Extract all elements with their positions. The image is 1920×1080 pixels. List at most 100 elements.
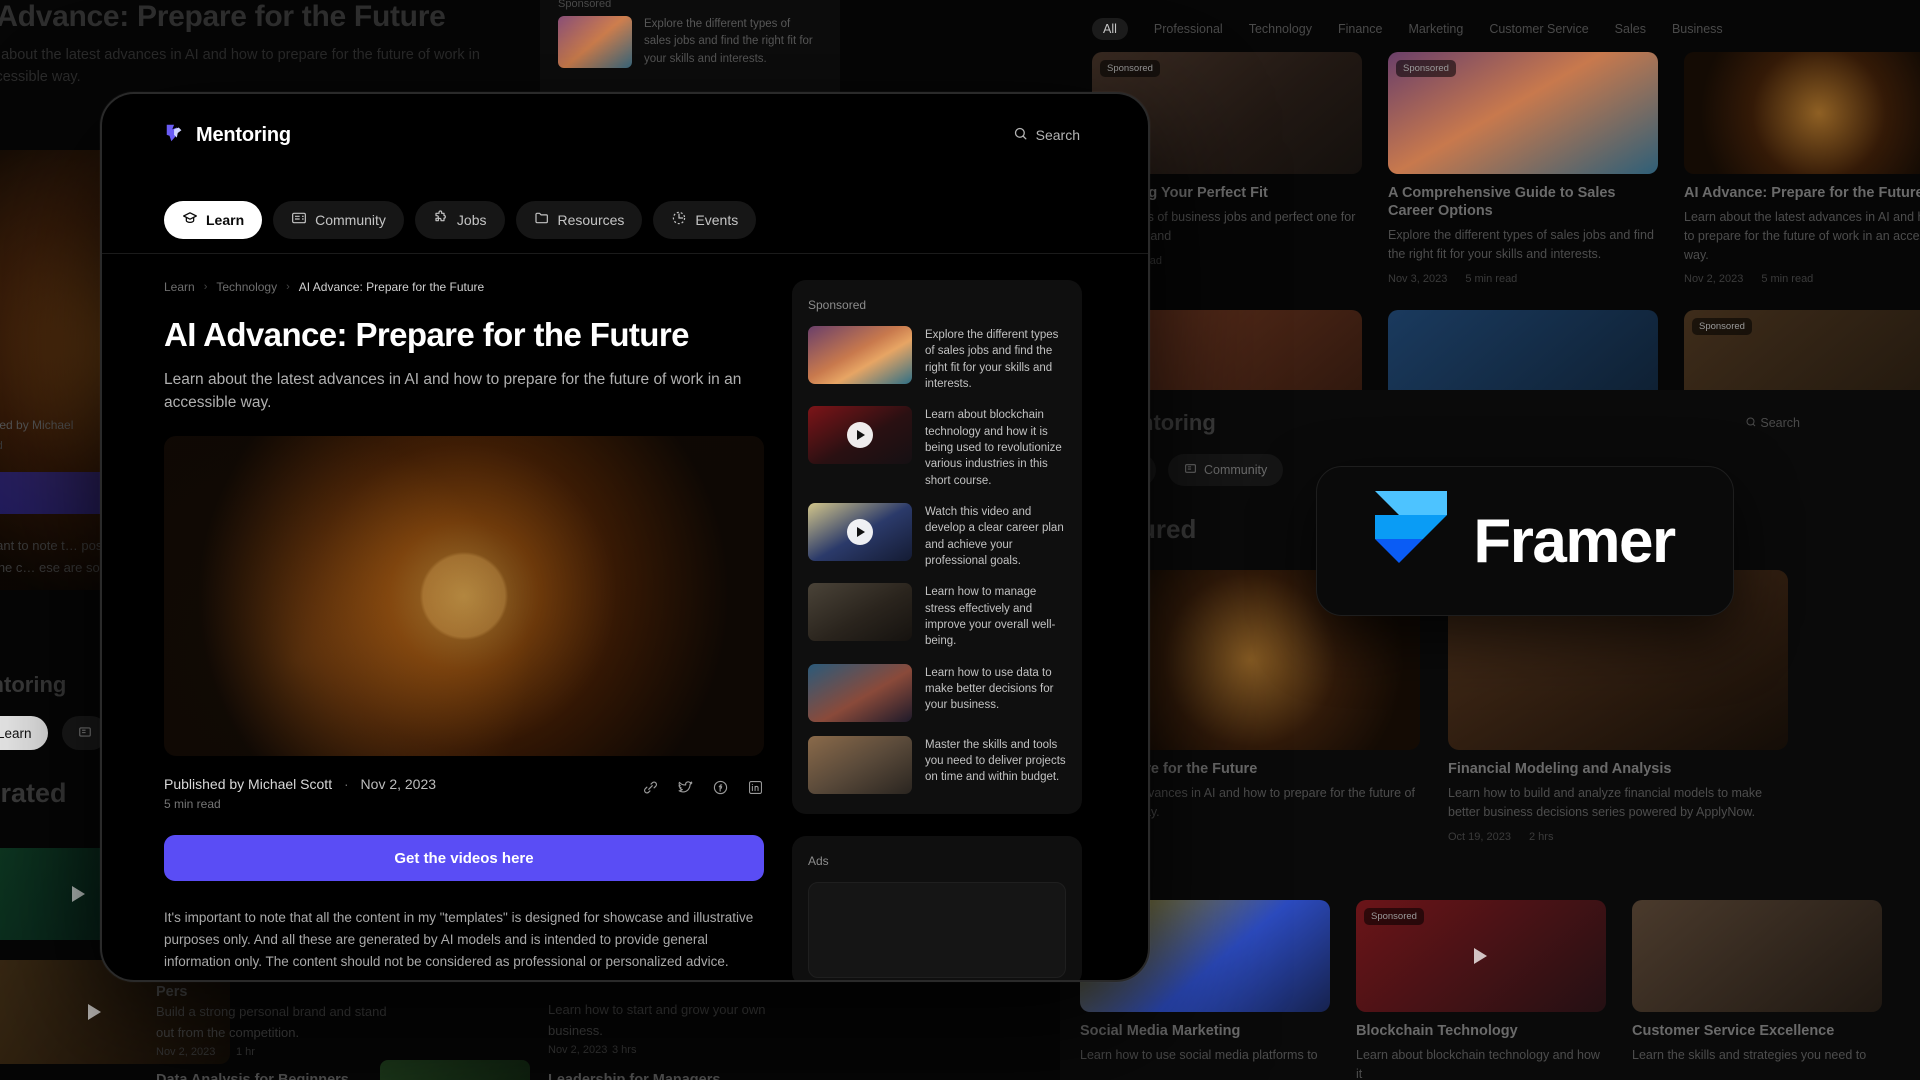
bg-pill-learn-label: Learn [0, 725, 32, 741]
list-item[interactable]: Learn how to use data to make better dec… [808, 663, 1066, 722]
search-button[interactable]: Search [1013, 126, 1080, 144]
bg-card-read: 5 min read [1465, 272, 1518, 285]
bg-card-desc: Learn about the latest advances in AI an… [1684, 210, 1920, 262]
bg-grid-card[interactable]: Customer Service Excellence Learn the sk… [1632, 900, 1882, 1080]
main-nav: Learn Community Jobs Resources Events [102, 186, 1148, 254]
item-thumbnail [808, 735, 912, 794]
nav-item-resources[interactable]: Resources [515, 200, 643, 239]
item-text: Learn how to manage stress effectively a… [925, 586, 1056, 648]
bg-card-read-0: 1 hr [236, 1046, 255, 1058]
bg-card-image: Sponsored [1388, 52, 1658, 174]
background-article-top-left: AI Advance: Prepare for the Future Learn… [0, 0, 520, 590]
get-videos-button[interactable]: Get the videos here [164, 835, 764, 882]
page-title: AI Advance: Prepare for the Future [164, 316, 689, 353]
bg-video-thumb-d [380, 1060, 530, 1080]
breadcrumb-item-learn[interactable]: Learn [164, 280, 195, 294]
newspaper-icon [1184, 462, 1197, 478]
chevron-right-icon: › [203, 281, 208, 293]
byline-readtime: 5 min read [164, 797, 221, 812]
bg-card-grid-top: Sponsored o Finding Your Perfect Fit ere… [1092, 52, 1920, 285]
ad-slot[interactable] [808, 881, 1066, 978]
list-item[interactable]: Watch this video and develop a clear car… [808, 502, 1066, 569]
folder-icon [534, 210, 550, 229]
bg-chip-marketing[interactable]: Marketing [1408, 22, 1463, 36]
article-byline: Published by Michael Scott · Nov 2, 2023… [164, 776, 764, 811]
bg-card-meta-0: Nov 2, 2023 [156, 1046, 216, 1058]
bg-grid-card[interactable]: AI Advance: Prepare for the Future Learn… [1684, 52, 1920, 285]
sidebar-column: Sponsored Explore the different types of… [792, 280, 1082, 980]
bg-grid-card[interactable]: Sponsored Blockchain Technology Learn ab… [1356, 900, 1606, 1080]
bg-card-desc: Explore the different types of sales job… [1388, 228, 1654, 261]
foreground-app-window: Mentoring Search Learn Community Jobs Re… [100, 92, 1150, 982]
puzzle-piece-icon [433, 210, 449, 229]
ads-label: Ads [808, 853, 829, 868]
bg-sponsored-thumb [558, 16, 632, 68]
nav-item-community[interactable]: Community [273, 200, 404, 239]
breadcrumb: Learn › Technology › AI Advance: Prepare… [164, 280, 764, 294]
sponsored-badge: Sponsored [1396, 60, 1456, 77]
bg-card-read: 2 hrs [1529, 830, 1554, 843]
bg-chip-finance[interactable]: Finance [1338, 22, 1382, 36]
app-content: Learn › Technology › AI Advance: Prepare… [102, 254, 1148, 980]
bg-card-title: A Comprehensive Guide to Sales Career Op… [1388, 185, 1616, 220]
bg-r2-pill-community[interactable]: Community [1168, 454, 1284, 486]
bg-card-date: Nov 3, 2023 [1388, 272, 1448, 285]
bg-chip-technology[interactable]: Technology [1249, 22, 1312, 36]
bg-r2-title: ntoring [1140, 410, 1216, 435]
list-item[interactable]: Explore the different types of sales job… [808, 326, 1066, 392]
item-thumbnail [808, 583, 912, 642]
bg-filter-chips: All Professional Technology Finance Mark… [1092, 18, 1723, 40]
play-icon[interactable] [847, 422, 873, 449]
play-icon[interactable] [847, 518, 873, 545]
search-icon [1745, 416, 1760, 430]
bg-grid-card[interactable]: Sponsored A Comprehensive Guide to Sales… [1388, 52, 1658, 285]
bg-card-desc: Learn the skills and strategies you need… [1632, 1048, 1867, 1063]
bg-card-meta: Nov 3, 2023 5 min read [1388, 273, 1658, 285]
share-buttons [642, 776, 764, 796]
nav-item-jobs-label: Jobs [456, 211, 487, 228]
nav-item-jobs[interactable]: Jobs [414, 200, 505, 239]
bg-r2-search[interactable]: Search [1745, 416, 1800, 430]
breadcrumb-item-technology[interactable]: Technology [216, 280, 277, 294]
app-header: Mentoring Search [102, 94, 1148, 186]
bg-chip-sales[interactable]: Sales [1615, 22, 1646, 36]
linkedin-icon[interactable] [747, 779, 764, 796]
list-item[interactable]: Learn how to manage stress effectively a… [808, 583, 1066, 649]
bg-chip-business[interactable]: Business [1672, 22, 1723, 36]
list-item[interactable]: Learn about blockchain technology and ho… [808, 406, 1066, 489]
framer-badge[interactable]: Framer [1316, 466, 1734, 616]
bg-r2-search-label: Search [1760, 416, 1800, 430]
bg-chip-customer-service[interactable]: Customer Service [1489, 22, 1588, 36]
facebook-icon[interactable] [712, 779, 729, 796]
bg-card-desc: Learn how to use social media platforms … [1080, 1048, 1318, 1063]
bg-chip-all[interactable]: All [1092, 18, 1128, 40]
bg-card-desc: Learn how to build and analyze financial… [1448, 786, 1763, 819]
graduation-cap-icon [182, 210, 198, 229]
nav-item-events[interactable]: Events [653, 200, 757, 239]
bg-chip-professional[interactable]: Professional [1154, 22, 1223, 36]
item-text: Explore the different types of sales job… [925, 329, 1059, 390]
bg-card-grid-bottom: Social Media Marketing Learn how to use … [1080, 900, 1882, 1080]
sponsored-label: Sponsored [808, 298, 867, 312]
item-thumbnail [808, 326, 912, 384]
article-disclaimer-1: It's important to note that all the cont… [164, 910, 754, 970]
bg-card-read-1: 3 hrs [612, 1044, 637, 1056]
bg-card-title: Blockchain Technology [1356, 1023, 1518, 1039]
bg-card-date: Oct 19, 2023 [1448, 830, 1511, 843]
list-item[interactable]: Master the skills and tools you need to … [808, 735, 1066, 794]
nav-item-learn[interactable]: Learn [164, 200, 263, 239]
link-icon[interactable] [642, 779, 659, 796]
framer-logo-icon [1375, 490, 1448, 592]
mentoring-logo-icon [164, 122, 186, 149]
byline-main: Published by Michael Scott · Nov 2, 2023 [164, 776, 436, 792]
item-text: Master the skills and tools you need to … [925, 738, 1066, 784]
byline-author: Published by Michael Scott [164, 776, 333, 793]
bg-article-byline: Published by Michael [0, 418, 74, 432]
brand[interactable]: Mentoring [164, 122, 291, 149]
sponsored-badge: Sponsored [1364, 908, 1424, 925]
byline-left: Published by Michael Scott · Nov 2, 2023… [164, 776, 436, 811]
bg-section-title: op rated [0, 778, 67, 808]
byline-date: Nov 2, 2023 [360, 776, 437, 793]
bg-card-meta: Nov 2, 2023 5 min read [1684, 273, 1920, 285]
twitter-icon[interactable] [677, 779, 694, 796]
